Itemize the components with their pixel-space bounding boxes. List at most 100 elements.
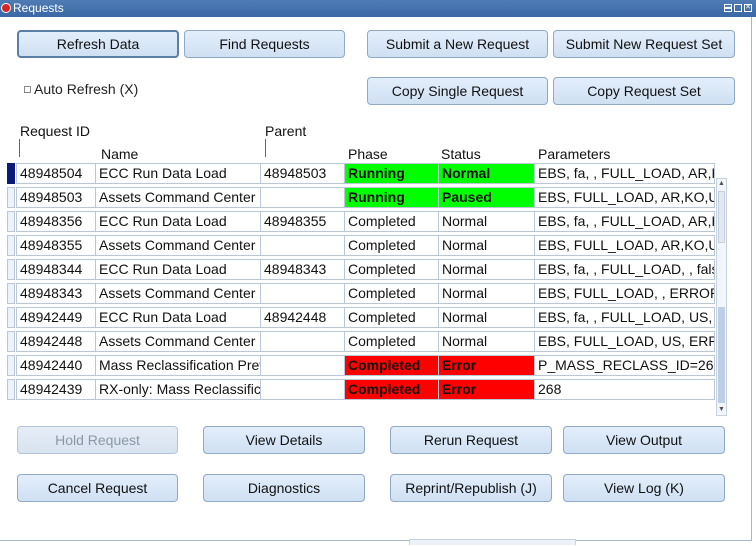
cell-request-id[interactable]: 48948344 [16,259,99,280]
table-row[interactable]: 48948343 Assets Command Center D Completed… [7,282,715,305]
cell-status[interactable]: Error [438,355,539,376]
cell-parent[interactable]: 48948355 [260,211,349,232]
cell-parent[interactable]: 48942448 [260,307,349,328]
cell-name[interactable]: RX-only: Mass Reclassifica [95,379,267,400]
refresh-data-button[interactable]: Refresh Data [17,30,179,58]
table-row[interactable]: 48942449 ECC Run Data Load 48942448 Complet… [7,306,715,329]
row-selector[interactable] [7,211,15,232]
cell-parent[interactable] [260,187,349,208]
row-selector[interactable] [7,235,15,256]
cell-parameters[interactable]: 268 [534,379,715,400]
reprint-republish-button[interactable]: Reprint/Republish (J) [390,474,552,502]
cell-name[interactable]: ECC Run Data Load [95,211,267,232]
view-output-button[interactable]: View Output [563,426,725,454]
cell-request-id[interactable]: 48942448 [16,331,99,352]
cell-parameters[interactable]: EBS, fa, , FULL_LOAD, US, fa [534,307,715,328]
cell-name[interactable]: ECC Run Data Load [95,307,267,328]
cell-name[interactable]: Assets Command Center D [95,187,267,208]
cell-request-id[interactable]: 48948343 [16,283,99,304]
scrollbar-thumb[interactable] [718,307,725,403]
table-row[interactable]: 48948503 Assets Command Center D Running Pa… [7,186,715,209]
cell-phase[interactable]: Completed [344,259,439,280]
cell-phase[interactable]: Completed [344,355,439,376]
cell-name[interactable]: Assets Command Center D [95,331,267,352]
cell-phase[interactable]: Running [344,187,439,208]
cell-parent[interactable] [260,331,349,352]
row-selector[interactable] [7,163,15,184]
cell-parent[interactable] [260,379,349,400]
find-requests-button[interactable]: Find Requests [184,30,345,58]
cell-name[interactable]: Mass Reclassification Prev [95,355,267,376]
minimize-icon[interactable]: ▬ [724,4,732,12]
cell-parent[interactable]: 48948503 [260,163,349,184]
cell-status[interactable]: Normal [438,235,539,256]
cell-request-id[interactable]: 48942439 [16,379,99,400]
table-row[interactable]: 48948355 Assets Command Center D Completed… [7,234,715,257]
row-selector[interactable] [7,307,15,328]
table-row[interactable]: 48948504 ECC Run Data Load 48948503 Running… [7,162,715,185]
close-icon[interactable]: ✕ [744,4,752,12]
cell-status[interactable]: Normal [438,283,539,304]
table-row[interactable]: 48942440 Mass Reclassification Prev Comple… [7,354,715,377]
cell-parameters[interactable]: EBS, FULL_LOAD, , ERROR, [534,283,715,304]
cell-parent[interactable] [260,235,349,256]
cell-phase[interactable]: Completed [344,307,439,328]
cell-parent[interactable] [260,283,349,304]
cell-phase[interactable]: Completed [344,235,439,256]
scrollbar-grip[interactable] [718,191,725,243]
checkbox-icon[interactable] [24,85,31,93]
copy-single-request-button[interactable]: Copy Single Request [367,77,548,105]
cell-phase[interactable]: Completed [344,283,439,304]
hold-request-button[interactable]: Hold Request [17,426,178,454]
view-details-button[interactable]: View Details [203,426,365,454]
cell-name[interactable]: ECC Run Data Load [95,163,267,184]
cell-name[interactable]: ECC Run Data Load [95,259,267,280]
submit-new-request-set-button[interactable]: Submit New Request Set [553,30,735,58]
cell-parameters[interactable]: EBS, fa, , FULL_LOAD, AR,KO [534,211,715,232]
cell-status[interactable]: Normal [438,307,539,328]
copy-request-set-button[interactable]: Copy Request Set [553,77,735,105]
cell-parameters[interactable]: EBS, FULL_LOAD, AR,KO,US [534,187,715,208]
cell-phase[interactable]: Running [344,163,439,184]
cell-parameters[interactable]: EBS, FULL_LOAD, US, ERRC [534,331,715,352]
cell-request-id[interactable]: 48948504 [16,163,99,184]
cell-phase[interactable]: Completed [344,331,439,352]
cell-status[interactable]: Normal [438,331,539,352]
scroll-up-icon[interactable]: ▲ [717,179,726,189]
cell-parent[interactable] [260,355,349,376]
cell-request-id[interactable]: 48942449 [16,307,99,328]
table-scrollbar[interactable]: ▲ ▼ [716,178,727,416]
row-selector[interactable] [7,187,15,208]
row-selector[interactable] [7,259,15,280]
view-log-button[interactable]: View Log (K) [563,474,725,502]
cell-parameters[interactable]: EBS, fa, , FULL_LOAD, , false [534,259,715,280]
row-selector[interactable] [7,331,15,352]
cell-status[interactable]: Paused [438,187,539,208]
cell-status[interactable]: Normal [438,259,539,280]
cell-parent[interactable]: 48948343 [260,259,349,280]
cell-phase[interactable]: Completed [344,211,439,232]
table-row[interactable]: 48942448 Assets Command Center D Completed… [7,330,715,353]
table-row[interactable]: 48948344 ECC Run Data Load 48948343 Complet… [7,258,715,281]
cell-parameters[interactable]: EBS, FULL_LOAD, AR,KO,US [534,235,715,256]
cell-parameters[interactable]: P_MASS_RECLASS_ID=268, [534,355,715,376]
rerun-request-button[interactable]: Rerun Request [390,426,552,454]
cell-request-id[interactable]: 48948503 [16,187,99,208]
cell-name[interactable]: Assets Command Center D [95,283,267,304]
row-selector[interactable] [7,379,15,400]
cell-status[interactable]: Normal [438,211,539,232]
cell-status[interactable]: Normal [438,163,539,184]
row-selector[interactable] [7,283,15,304]
diagnostics-button[interactable]: Diagnostics [203,474,365,502]
row-selector[interactable] [7,355,15,376]
cancel-request-button[interactable]: Cancel Request [17,474,178,502]
cell-request-id[interactable]: 48942440 [16,355,99,376]
cell-status[interactable]: Error [438,379,539,400]
cell-name[interactable]: Assets Command Center D [95,235,267,256]
cell-parameters[interactable]: EBS, fa, , FULL_LOAD, AR,KO [534,163,715,184]
submit-new-request-button[interactable]: Submit a New Request [367,30,548,58]
scroll-down-icon[interactable]: ▼ [717,405,726,415]
cell-request-id[interactable]: 48948356 [16,211,99,232]
auto-refresh-checkbox[interactable]: Auto Refresh (X) [24,81,138,97]
cell-request-id[interactable]: 48948355 [16,235,99,256]
